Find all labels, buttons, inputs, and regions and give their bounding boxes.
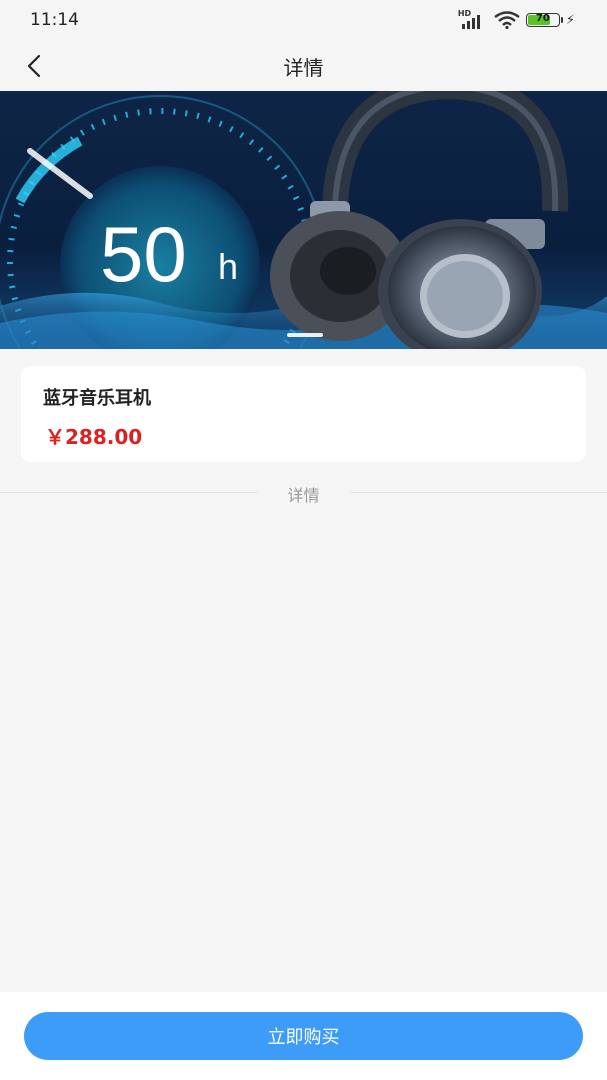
carousel-indicator[interactable] — [287, 333, 323, 337]
status-bar: 11:14 HD 70 ⚡ — [0, 0, 607, 44]
wifi-icon — [494, 11, 520, 29]
product-image-carousel[interactable]: 50 h — [0, 91, 607, 349]
battery-level: 70 — [535, 13, 550, 24]
banner-hours-number: 50 — [100, 210, 187, 298]
bottom-action-bar: 立即购买 — [0, 992, 607, 1080]
product-price: ￥288.00 — [45, 425, 143, 449]
product-name: 蓝牙音乐耳机 — [43, 388, 151, 409]
page-title: 详情 — [283, 56, 324, 80]
divider-line-right — [350, 492, 607, 493]
battery-icon: 70 — [525, 13, 563, 27]
status-time: 11:14 — [30, 10, 79, 30]
headphones-banner-image: 50 h — [0, 91, 607, 349]
banner-hours-unit: h — [218, 246, 238, 287]
cellular-signal-icon: HD — [458, 9, 488, 29]
charging-icon: ⚡ — [565, 12, 575, 28]
buy-now-button[interactable]: 立即购买 — [24, 1012, 583, 1060]
product-info-card: 蓝牙音乐耳机 ￥288.00 — [21, 366, 586, 462]
nav-bar: 详情 — [0, 44, 607, 88]
status-icons: HD 70 ⚡ — [458, 9, 575, 29]
details-section-label: 详情 — [287, 486, 320, 505]
details-divider: 详情 — [0, 482, 607, 505]
